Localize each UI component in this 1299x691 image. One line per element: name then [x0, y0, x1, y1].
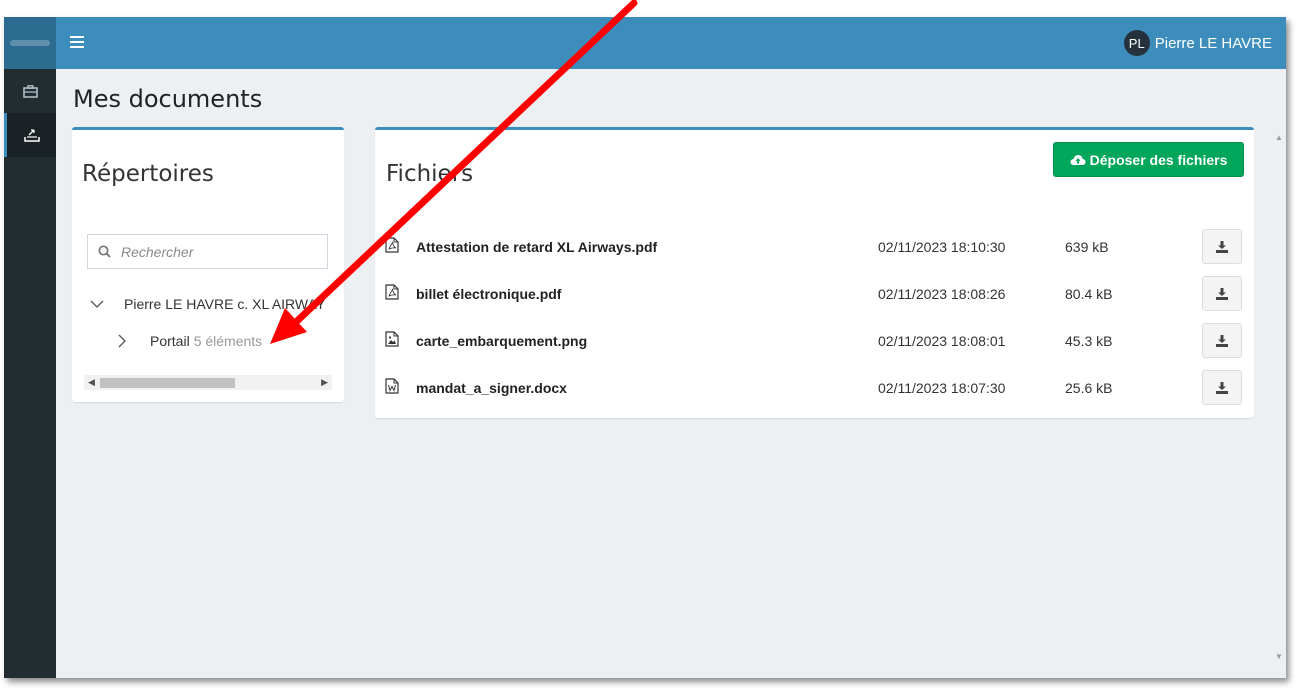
pdf-file-icon	[385, 237, 399, 253]
download-icon	[1216, 287, 1228, 300]
upload-files-button[interactable]: Déposer des fichiers	[1053, 142, 1244, 177]
tree-node-label: Portail	[150, 333, 190, 349]
top-navbar: PL Pierre LE HAVRE	[4, 17, 1286, 69]
file-row[interactable]: mandat_a_signer.docx 02/11/2023 18:07:30…	[375, 365, 1254, 412]
pdf-file-icon	[385, 284, 399, 300]
download-button[interactable]	[1202, 323, 1242, 358]
file-size: 80.4 kB	[1065, 286, 1113, 302]
tree-node-root[interactable]: Pierre LE HAVRE c. XL AIRWAY	[90, 296, 325, 312]
chevron-down-icon	[90, 300, 104, 308]
scroll-left-icon[interactable]: ◀	[88, 377, 95, 388]
file-date: 02/11/2023 18:08:01	[878, 333, 1006, 349]
file-size: 45.3 kB	[1065, 333, 1113, 349]
scrollbar-thumb[interactable]	[100, 378, 235, 388]
download-button[interactable]	[1202, 370, 1242, 405]
cloud-upload-icon	[1070, 154, 1086, 165]
word-file-icon	[385, 378, 399, 394]
file-name[interactable]: Attestation de retard XL Airways.pdf	[416, 239, 657, 255]
file-size: 639 kB	[1065, 239, 1109, 255]
download-icon	[1216, 334, 1228, 347]
user-name: Pierre LE HAVRE	[1154, 34, 1272, 52]
inbox-upload-icon	[23, 129, 40, 142]
download-icon	[1216, 240, 1228, 253]
page-title: Mes documents	[73, 85, 263, 113]
app-window: PL Pierre LE HAVRE Mes documents Réperto…	[4, 17, 1286, 678]
fichiers-panel: Fichiers Déposer des fichiers Attestatio…	[375, 127, 1254, 418]
fichiers-title: Fichiers	[386, 161, 474, 187]
scroll-right-icon[interactable]: ▶	[321, 377, 328, 388]
repertoires-title: Répertoires	[82, 161, 214, 187]
file-row[interactable]: Attestation de retard XL Airways.pdf 02/…	[375, 224, 1254, 271]
scroll-up-icon[interactable]: ▲	[1275, 133, 1283, 142]
search-input[interactable]	[121, 243, 321, 260]
scroll-down-icon[interactable]: ▼	[1275, 652, 1283, 661]
repertoires-panel: Répertoires Pierre LE HAVRE c. XL AIRWAY…	[72, 127, 344, 402]
file-size: 25.6 kB	[1065, 380, 1113, 396]
tree-node-count: 5 éléments	[193, 333, 263, 349]
tree-node-portail[interactable]: Portail 5 éléments	[118, 333, 262, 349]
hamburger-icon[interactable]	[70, 36, 84, 48]
horizontal-scrollbar[interactable]: ◀ ▶	[84, 375, 332, 390]
search-icon	[98, 245, 111, 258]
file-date: 02/11/2023 18:10:30	[878, 239, 1006, 255]
download-button[interactable]	[1202, 229, 1242, 264]
file-name[interactable]: carte_embarquement.png	[416, 333, 587, 349]
download-icon	[1216, 381, 1228, 394]
sidebar-item-briefcase[interactable]	[4, 69, 56, 113]
vertical-scrollbar[interactable]: ▲ ▼	[1272, 121, 1286, 661]
file-name[interactable]: billet électronique.pdf	[416, 286, 561, 302]
download-button[interactable]	[1202, 276, 1242, 311]
sidebar-item-documents[interactable]	[4, 113, 56, 157]
search-box	[87, 234, 328, 269]
avatar: PL	[1123, 30, 1150, 56]
image-file-icon	[385, 331, 399, 347]
user-menu[interactable]: PL Pierre LE HAVRE	[1123, 30, 1272, 56]
file-row[interactable]: billet électronique.pdf 02/11/2023 18:08…	[375, 271, 1254, 318]
file-row[interactable]: carte_embarquement.png 02/11/2023 18:08:…	[375, 318, 1254, 365]
file-name[interactable]: mandat_a_signer.docx	[416, 380, 567, 396]
chevron-right-icon	[118, 334, 126, 348]
sidebar	[4, 69, 56, 678]
file-date: 02/11/2023 18:07:30	[878, 380, 1006, 396]
file-date: 02/11/2023 18:08:26	[878, 286, 1006, 302]
upload-files-label: Déposer des fichiers	[1089, 151, 1228, 168]
tree-node-label: Pierre LE HAVRE c. XL AIRWAY	[124, 296, 326, 312]
app-logo[interactable]	[4, 17, 56, 69]
briefcase-icon	[22, 84, 38, 98]
